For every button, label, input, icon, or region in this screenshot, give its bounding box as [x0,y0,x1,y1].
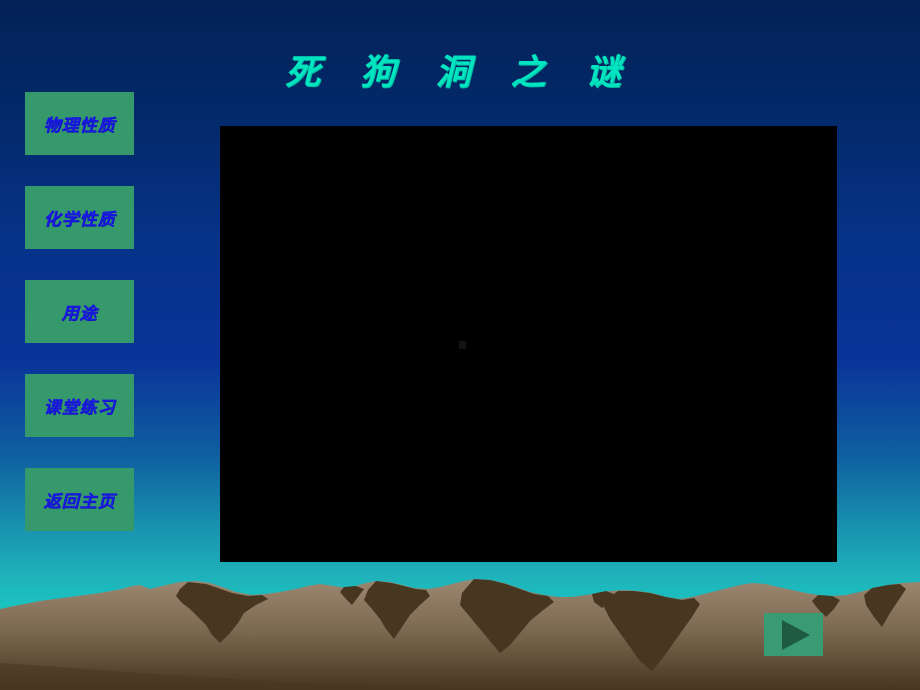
sidebar-item-uses[interactable]: 用途 [25,280,134,343]
sidebar-item-class-exercises[interactable]: 课堂练习 [25,374,134,437]
media-content-area[interactable] [220,126,837,562]
play-triangle-icon [781,619,810,650]
sidebar-nav: 物理性质 化学性质 用途 课堂练习 返回主页 [25,92,134,562]
sidebar-item-label: 用途 [61,304,98,324]
sidebar-item-physical-properties[interactable]: 物理性质 [25,92,134,155]
presentation-slide: 死 狗 洞 之 谜 物理性质 化学性质 用途 课堂练习 返回主页 [0,0,920,690]
sidebar-item-return-home[interactable]: 返回主页 [25,468,134,531]
sidebar-item-chemical-properties[interactable]: 化学性质 [25,186,134,249]
page-title: 死 狗 洞 之 谜 [285,53,635,93]
media-placeholder-marker [459,341,466,349]
play-button[interactable] [764,613,823,656]
sidebar-item-label: 物理性质 [43,116,116,136]
sidebar-item-label: 化学性质 [43,210,116,230]
sidebar-item-label: 课堂练习 [43,398,116,418]
sidebar-item-label: 返回主页 [43,492,116,512]
